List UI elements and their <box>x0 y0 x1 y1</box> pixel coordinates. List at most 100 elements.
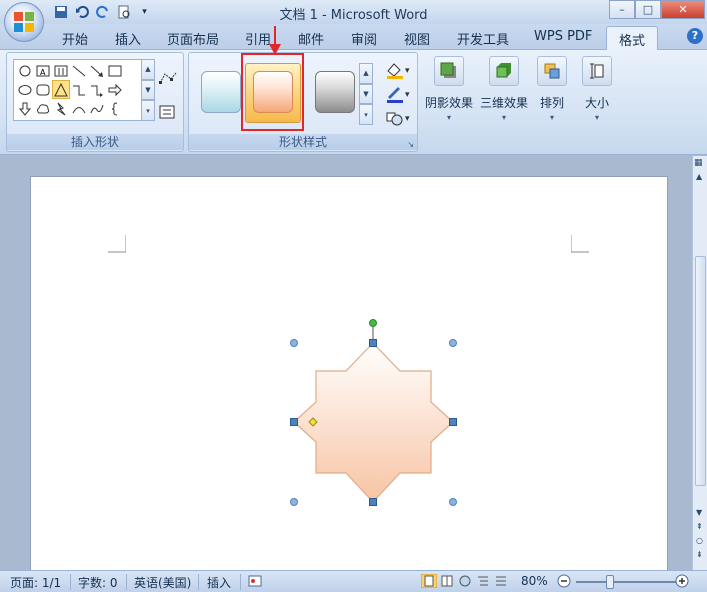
resize-handle-left[interactable] <box>290 418 298 426</box>
select-browse-object-icon[interactable]: ○ <box>696 536 703 545</box>
shape-outline-icon[interactable]: ▾ <box>385 85 413 106</box>
resize-handle-top-left[interactable] <box>290 339 298 347</box>
zoom-in-icon[interactable] <box>675 574 689 591</box>
arrow-line-icon[interactable] <box>88 61 106 80</box>
zoom-level[interactable]: 80% <box>521 574 548 588</box>
resize-handle-right[interactable] <box>449 418 457 426</box>
change-shape-icon[interactable]: ▾ <box>385 109 413 130</box>
octagram-shape[interactable] <box>286 317 461 512</box>
tab-mailings[interactable]: 邮件 <box>298 29 324 48</box>
shapes-gallery: A <box>13 59 147 121</box>
close-button[interactable]: ✕ <box>661 0 705 19</box>
print-layout-icon[interactable] <box>421 574 437 588</box>
office-logo-icon <box>14 12 34 32</box>
tab-review[interactable]: 审阅 <box>351 29 377 48</box>
brace-icon[interactable] <box>106 99 124 118</box>
chevron-down-icon: ▾ <box>501 113 506 122</box>
rotate-handle[interactable] <box>369 319 377 327</box>
macro-record-icon[interactable] <box>248 574 262 591</box>
margin-corner-top-right <box>571 235 589 253</box>
svg-text:▾: ▾ <box>405 114 410 124</box>
insert-shapes-group: A ▲ ▼ ▾ 插入形状 <box>6 52 184 152</box>
resize-handle-top-right[interactable] <box>449 339 457 347</box>
scroll-thumb[interactable] <box>695 256 706 486</box>
window-title: 文档 1 - Microsoft Word <box>279 8 428 23</box>
tab-view[interactable]: 视图 <box>404 29 430 48</box>
style-swatch-blue[interactable] <box>201 71 241 113</box>
next-page-icon[interactable]: ⇟ <box>696 550 703 559</box>
zoom-slider-track[interactable] <box>576 581 676 583</box>
zoom-out-icon[interactable] <box>557 574 571 591</box>
rectangle-icon[interactable] <box>106 61 124 80</box>
title-bar: ▾ 文档 1 - Microsoft Word – □ ✕ <box>0 0 707 42</box>
3d-effects-icon <box>489 56 519 86</box>
vertical-textbox-icon[interactable] <box>52 61 70 80</box>
textbox-icon[interactable]: A <box>34 61 52 80</box>
previous-page-icon[interactable]: ⇞ <box>696 522 703 531</box>
help-icon[interactable]: ? <box>687 28 703 44</box>
web-layout-icon[interactable] <box>457 574 473 588</box>
tab-insert[interactable]: 插入 <box>115 29 141 48</box>
office-button[interactable] <box>4 2 44 42</box>
svg-text:▾: ▾ <box>405 90 410 100</box>
line-icon[interactable] <box>70 61 88 80</box>
shadow-effects-icon <box>434 56 464 86</box>
edit-shape-icon[interactable] <box>159 71 177 88</box>
chevron-down-icon: ▾ <box>594 113 599 122</box>
vertical-scrollbar[interactable]: ▦ ▲ ▼ ⇞ ○ ⇟ <box>692 156 707 570</box>
tab-developer[interactable]: 开发工具 <box>457 29 509 48</box>
maximize-button[interactable]: □ <box>635 0 661 19</box>
oval-icon[interactable] <box>16 80 34 99</box>
tab-home[interactable]: 开始 <box>62 29 88 48</box>
draw-textbox-icon[interactable] <box>159 105 175 122</box>
size-icon <box>582 56 612 86</box>
cloud-shape-icon[interactable] <box>34 99 52 118</box>
lightning-shape-icon[interactable] <box>52 99 70 118</box>
right-arrow-shape-icon[interactable] <box>106 80 124 99</box>
resize-handle-bottom-left[interactable] <box>290 498 298 506</box>
language[interactable]: 英语(美国) <box>134 574 191 591</box>
elbow-connector-icon[interactable] <box>70 80 88 99</box>
shape-fill-icon[interactable]: ▾ <box>385 61 413 82</box>
ruler-toggle-icon[interactable]: ▦ <box>694 158 703 168</box>
resize-handle-bottom[interactable] <box>369 498 377 506</box>
scroll-up-icon[interactable]: ▲ <box>696 172 702 181</box>
3d-effects-button[interactable]: 三维效果 ▾ <box>478 52 530 148</box>
document-area <box>0 156 692 576</box>
curve-icon[interactable] <box>70 99 88 118</box>
dialog-launcher-icon[interactable]: ↘ <box>407 140 414 149</box>
chevron-down-icon: ▾ <box>446 113 451 122</box>
arc-icon[interactable] <box>88 99 106 118</box>
shape-styles-group-label: 形状样式 <box>189 134 417 150</box>
triangle-icon[interactable] <box>52 80 70 99</box>
svg-text:▾: ▾ <box>405 66 410 76</box>
page-count[interactable]: 页面: 1/1 <box>10 574 61 591</box>
outline-view-icon[interactable] <box>475 574 491 588</box>
zoom-slider-thumb[interactable] <box>606 575 614 589</box>
rounded-rectangle-icon[interactable] <box>34 80 52 99</box>
scroll-down-icon[interactable]: ▼ <box>696 508 702 517</box>
star-shape-body[interactable] <box>293 342 454 503</box>
elbow-arrow-icon[interactable] <box>88 80 106 99</box>
styles-gallery-scroll[interactable]: ▲ ▼ ▾ <box>359 63 373 126</box>
size-button[interactable]: 大小 ▾ <box>577 52 617 148</box>
full-screen-reading-icon[interactable] <box>439 574 455 588</box>
status-bar: 页面: 1/1 字数: 0 英语(美国) 插入 80% <box>0 570 707 592</box>
arrange-button[interactable]: 排列 ▾ <box>532 52 572 148</box>
shadow-effects-button[interactable]: 阴影效果 ▾ <box>423 52 475 148</box>
tab-page-layout[interactable]: 页面布局 <box>167 29 219 48</box>
tab-format[interactable]: 格式 <box>606 26 659 51</box>
word-count[interactable]: 字数: 0 <box>78 574 118 591</box>
arrange-icon <box>537 56 567 86</box>
resize-handle-top[interactable] <box>369 339 377 347</box>
draft-view-icon[interactable] <box>493 574 509 588</box>
insert-mode[interactable]: 插入 <box>207 574 231 591</box>
down-arrow-shape-icon[interactable] <box>16 99 34 118</box>
textbox-shape-icon[interactable] <box>16 61 34 80</box>
document-page[interactable] <box>30 176 668 576</box>
minimize-button[interactable]: – <box>609 0 635 19</box>
tab-wps-pdf[interactable]: WPS PDF <box>534 29 592 44</box>
shapes-gallery-scroll[interactable]: ▲ ▼ ▾ <box>141 59 155 122</box>
resize-handle-bottom-right[interactable] <box>449 498 457 506</box>
style-swatch-gray[interactable] <box>315 71 355 113</box>
